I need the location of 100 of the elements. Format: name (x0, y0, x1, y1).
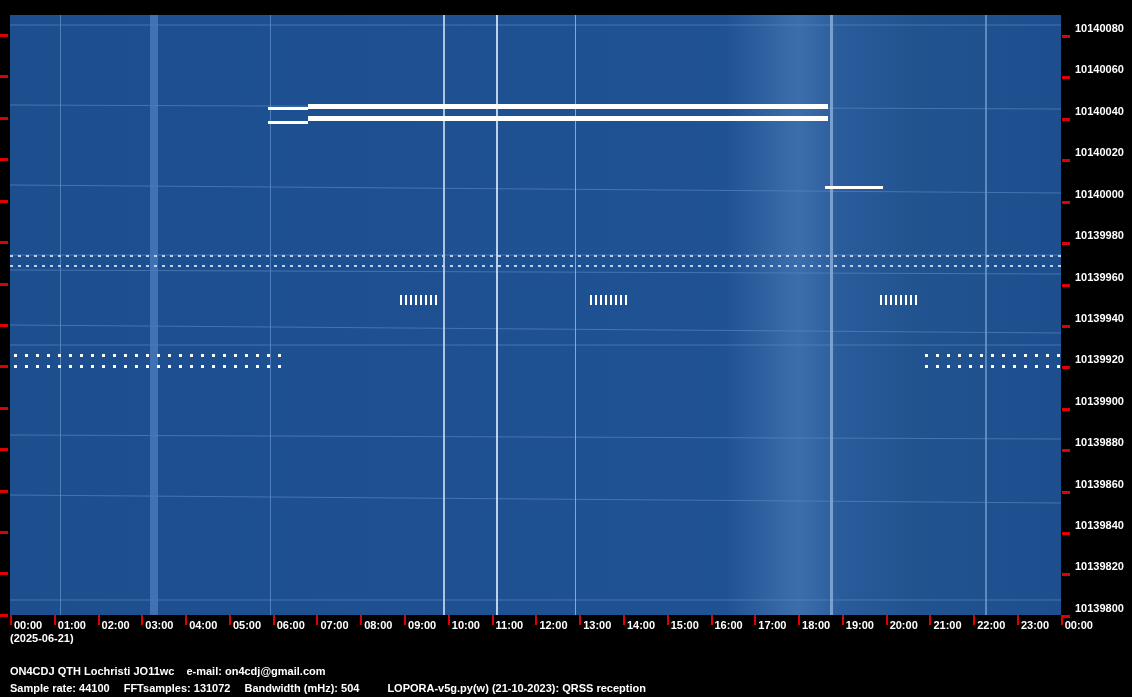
frequency-label: 10139800 (1074, 601, 1124, 614)
axis-tick (404, 615, 407, 625)
axis-tick (0, 613, 8, 617)
time-label: 07:00 (320, 619, 349, 631)
time-label: 11:00 (495, 619, 524, 631)
time-label: 03:00 (145, 619, 174, 631)
time-label: 18:00 (802, 619, 831, 631)
axis-tick (0, 199, 8, 203)
axis-tick (0, 282, 8, 286)
parameter-text: Sample rate: 44100 (10, 681, 110, 695)
axis-tick (973, 615, 976, 625)
axis-tick (10, 615, 12, 625)
axis-tick (666, 615, 669, 625)
date-label: (2025-06-21) (9, 632, 75, 644)
axis-tick (1062, 449, 1070, 453)
axis-tick (0, 489, 8, 493)
frequency-label: 10139980 (1074, 229, 1124, 242)
axis-tick (1062, 283, 1070, 287)
axis-tick (0, 158, 8, 162)
time-label: 19:00 (845, 619, 874, 631)
time-label: 23:00 (1020, 619, 1050, 631)
axis-tick (316, 615, 319, 625)
time-label: 01:00 (57, 619, 86, 631)
time-label: 10:00 (451, 619, 480, 631)
time-label: 09:00 (408, 619, 437, 631)
axis-tick (535, 615, 538, 625)
axis-tick (1062, 324, 1070, 328)
frequency-label: 10140020 (1074, 146, 1124, 159)
time-label: 05:00 (232, 619, 262, 631)
axis-tick (0, 34, 8, 37)
time-label: 22:00 (977, 619, 1006, 631)
axis-tick (929, 615, 932, 625)
frequency-label: 10139840 (1074, 519, 1124, 532)
axis-tick (0, 531, 8, 535)
axis-tick (0, 116, 8, 120)
time-label: 17:00 (758, 619, 787, 631)
axis-tick (141, 615, 144, 625)
frequency-label: 10139960 (1074, 270, 1124, 283)
axis-tick (360, 615, 363, 625)
axis-tick (1062, 242, 1070, 246)
axis-tick (0, 365, 8, 369)
time-label: 12:00 (539, 619, 568, 631)
axis-tick (491, 615, 494, 625)
axis-tick (97, 615, 100, 625)
frequency-label: 10139920 (1074, 353, 1124, 366)
frequency-label: 10139860 (1074, 477, 1124, 490)
axis-tick (0, 572, 8, 576)
axis-tick (0, 448, 8, 452)
axis-tick (798, 615, 801, 625)
axis-tick (841, 615, 844, 625)
axis-tick (1062, 407, 1070, 411)
time-label: 00:00 (14, 619, 43, 631)
axis-tick (579, 615, 582, 625)
axis-tick (228, 615, 231, 625)
axis-tick (1062, 159, 1070, 163)
frequency-label: 10139820 (1074, 560, 1124, 573)
parameter-text: FFTsamples: 131072 (123, 681, 231, 695)
axis-tick (272, 615, 275, 625)
axis-tick (0, 75, 8, 79)
frequency-label: 10140040 (1074, 104, 1124, 117)
axis-tick (710, 615, 713, 625)
email-text: e-mail: on4cdj@gmail.com (186, 664, 326, 678)
time-label: 02:00 (101, 619, 130, 631)
time-label: 21:00 (933, 619, 962, 631)
axis-tick (885, 615, 888, 625)
axis-tick (754, 615, 757, 625)
axis-tick (1062, 532, 1070, 536)
time-label: 13:00 (583, 619, 612, 631)
time-label: 14:00 (626, 619, 656, 631)
axis-tick (0, 323, 8, 327)
frequency-label: 10139900 (1074, 394, 1124, 407)
axis-tick (1062, 76, 1070, 80)
program-info: LOPORA-v5g.py(w) (21-10-2023): QRSS reception (387, 681, 646, 695)
axis-tick (185, 615, 188, 625)
axis-tick (1016, 615, 1019, 625)
time-label: 06:00 (276, 619, 305, 631)
station-info: ON4CDJ QTH Lochristi JO11wc (10, 664, 175, 678)
frequency-label: 10140080 (1074, 22, 1124, 34)
time-label: 20:00 (889, 619, 918, 631)
time-label: 15:00 (670, 619, 699, 631)
axis-tick (1062, 117, 1070, 121)
parameter-text: Bandwidth (mHz): 504 (244, 681, 360, 695)
axis-tick (1062, 573, 1070, 577)
frequency-label: 10140000 (1074, 187, 1124, 200)
frequency-label: 10139880 (1074, 436, 1124, 449)
time-label: 16:00 (714, 619, 743, 631)
frequency-label: 10140060 (1074, 63, 1124, 76)
axis-tick (622, 615, 625, 625)
axis-tick (1062, 366, 1070, 370)
axis-tick (1062, 200, 1070, 204)
axis-tick (1062, 35, 1070, 38)
axis-tick (447, 615, 450, 625)
frequency-label: 10139940 (1074, 311, 1124, 324)
axis-tick (0, 406, 8, 410)
time-label: 08:00 (364, 619, 393, 631)
axis-tick (1062, 490, 1070, 494)
time-label: 00:00 (1064, 619, 1093, 631)
axis-tick (53, 615, 56, 625)
axis-tick (0, 241, 8, 245)
time-label: 04:00 (189, 619, 218, 631)
